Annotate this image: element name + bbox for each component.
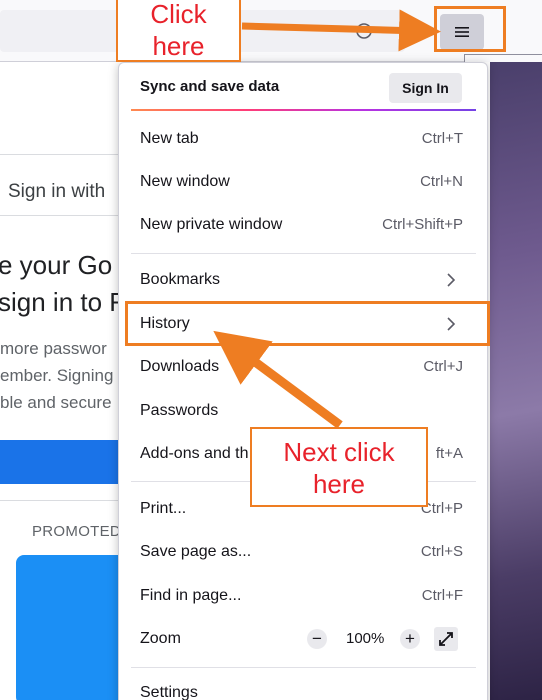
menu-item-new-window[interactable]: New window Ctrl+N xyxy=(119,162,487,202)
menu-item-shortcut: Ctrl+N xyxy=(420,173,463,190)
menu-item-shortcut: Ctrl+Shift+P xyxy=(382,216,463,233)
page-body-line2: ember. Signing xyxy=(0,366,114,385)
menu-item-passwords[interactable]: Passwords xyxy=(119,391,487,431)
fullscreen-icon xyxy=(439,632,453,646)
menu-item-find-in-page[interactable]: Find in page... Ctrl+F xyxy=(119,576,487,616)
click-here-callout: Click here xyxy=(116,0,241,62)
extension-icon[interactable] xyxy=(355,22,373,40)
menu-item-settings[interactable]: Settings xyxy=(119,673,487,700)
account-gradient-line xyxy=(131,109,476,111)
chevron-right-icon xyxy=(447,273,456,287)
menu-item-new-private-window[interactable]: New private window Ctrl+Shift+P xyxy=(119,205,487,245)
history-highlight xyxy=(125,301,490,346)
sign-in-button[interactable]: Sign In xyxy=(389,73,462,103)
menu-separator xyxy=(131,253,476,254)
page-body-line1: more passwor xyxy=(0,339,107,358)
menu-item-label: Passwords xyxy=(140,402,219,419)
menu-item-label: New tab xyxy=(140,130,199,147)
page-divider xyxy=(0,500,130,501)
next-click-callout: Next click here xyxy=(250,427,428,507)
desktop-wallpaper xyxy=(490,62,542,700)
sync-row: Sync and save data Sign In xyxy=(119,63,487,113)
menu-item-save-page[interactable]: Save page as... Ctrl+S xyxy=(119,532,487,572)
menu-item-label: Settings xyxy=(140,684,198,700)
menu-item-label: Add-ons and th xyxy=(140,445,249,462)
menu-item-shortcut: Ctrl+F xyxy=(421,587,463,604)
sync-label: Sync and save data xyxy=(140,78,280,95)
menu-item-bookmarks[interactable]: Bookmarks xyxy=(119,260,487,300)
page-heading-line2: sign in to F xyxy=(0,287,126,317)
menu-item-shortcut: Ctrl+J xyxy=(423,358,463,375)
menu-item-label: Save page as... xyxy=(140,543,252,560)
menu-item-label: New private window xyxy=(140,216,283,233)
callout-text-line: Next click xyxy=(283,437,395,467)
callout-text-line: here xyxy=(312,469,366,499)
menu-item-label: Bookmarks xyxy=(140,271,221,288)
zoom-level[interactable]: 100% xyxy=(346,630,384,647)
menu-item-zoom: Zoom − 100% + xyxy=(119,619,487,659)
callout-text-line: here xyxy=(152,31,205,61)
page-body-line3: ble and secure xyxy=(0,393,112,412)
menu-separator xyxy=(131,667,476,668)
menu-item-shortcut: ft+A xyxy=(435,445,463,462)
hamburger-highlight xyxy=(434,6,506,52)
menu-item-new-tab[interactable]: New tab Ctrl+T xyxy=(119,119,487,159)
promoted-label: PROMOTED xyxy=(32,523,122,540)
zoom-in-button[interactable]: + xyxy=(400,629,420,649)
page-primary-button[interactable] xyxy=(0,440,130,484)
page-heading-line1: e your Go xyxy=(0,250,113,280)
menu-item-label: Zoom xyxy=(140,630,181,647)
app-menu-panel: Sync and save data Sign In New tab Ctrl+… xyxy=(118,62,488,700)
sign-in-with-text: Sign in with xyxy=(8,181,106,202)
downloads-icon[interactable] xyxy=(404,22,422,40)
fullscreen-button[interactable] xyxy=(434,627,458,651)
zoom-out-button[interactable]: − xyxy=(307,629,327,649)
menu-item-label: Print... xyxy=(140,500,187,517)
menu-item-downloads[interactable]: Downloads Ctrl+J xyxy=(119,347,487,387)
menu-item-label: Find in page... xyxy=(140,587,242,604)
menu-item-label: New window xyxy=(140,173,230,190)
menu-item-shortcut: Ctrl+T xyxy=(421,130,463,147)
menu-item-label: Downloads xyxy=(140,358,220,375)
callout-text-line: Click xyxy=(150,0,207,29)
menu-item-shortcut: Ctrl+S xyxy=(420,543,463,560)
